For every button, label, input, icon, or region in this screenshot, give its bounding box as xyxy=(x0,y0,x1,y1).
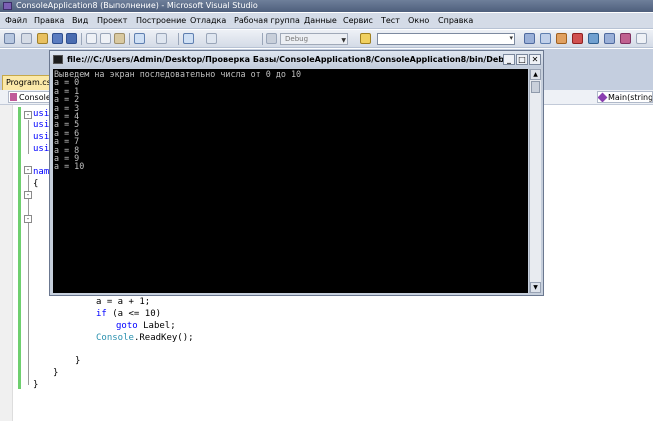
scroll-thumb[interactable] xyxy=(531,81,540,93)
chevron-down-icon: ▼ xyxy=(341,37,346,44)
menu-edit[interactable]: Правка xyxy=(34,16,64,25)
properties-icon[interactable] xyxy=(540,33,551,44)
type-dropdown[interactable]: Console xyxy=(8,91,52,103)
toolbar-overflow-icon[interactable] xyxy=(636,33,647,44)
close-button[interactable]: ✕ xyxy=(529,54,541,65)
code-line: usi xyxy=(33,132,50,142)
fold-line xyxy=(28,120,29,154)
object-browser-icon[interactable] xyxy=(556,33,567,44)
collapse-icon[interactable]: - xyxy=(24,166,32,174)
scroll-down-icon[interactable]: ▼ xyxy=(530,282,541,293)
menu-project[interactable]: Проект xyxy=(97,16,127,25)
member-dropdown[interactable]: Main(string[ xyxy=(597,91,653,103)
tab-program-cs[interactable]: Program.cs xyxy=(2,75,51,90)
navigate-forward-icon[interactable] xyxy=(206,33,217,44)
code-line: nam xyxy=(33,167,50,177)
add-item-icon[interactable] xyxy=(21,33,32,44)
tab-label: Program.cs xyxy=(6,78,51,87)
menu-build[interactable]: Построение xyxy=(136,16,186,25)
toolbar: Debug ▼ ▾ xyxy=(0,30,653,48)
start-debugging-icon[interactable] xyxy=(266,33,277,44)
console-scrollbar[interactable]: ▲ ▼ xyxy=(529,69,541,293)
menu-debug[interactable]: Отладка xyxy=(190,16,226,25)
indicator-margin xyxy=(0,105,13,421)
change-tracking-bar xyxy=(18,107,21,389)
menu-team[interactable]: Рабочая группа xyxy=(234,16,300,25)
code-line: usi xyxy=(33,144,50,154)
paste-icon[interactable] xyxy=(114,33,125,44)
redo-icon[interactable] xyxy=(156,33,167,44)
member-dropdown-value: Main(string[ xyxy=(608,93,653,102)
class-icon xyxy=(10,93,17,101)
menu-bar: Файл Правка Вид Проект Построение Отладк… xyxy=(0,13,653,29)
console-title: file:///C:/Users/Admin/Desktop/Проверка … xyxy=(67,55,519,64)
minimize-button[interactable]: _ xyxy=(503,54,515,65)
type-dropdown-value: Console xyxy=(19,93,51,102)
find-combo-box[interactable]: ▾ xyxy=(377,33,515,45)
save-all-icon[interactable] xyxy=(66,33,77,44)
collapse-icon[interactable]: - xyxy=(24,215,32,223)
code-line: } xyxy=(53,368,59,378)
menu-help[interactable]: Справка xyxy=(438,16,473,25)
toolbar-separator xyxy=(81,33,82,45)
code-line: goto Label; xyxy=(116,321,176,331)
code-line: } xyxy=(33,380,39,390)
menu-data[interactable]: Данные xyxy=(304,16,337,25)
solution-config-dropdown[interactable]: Debug ▼ xyxy=(280,33,348,45)
start-page-icon[interactable] xyxy=(588,33,599,44)
method-icon xyxy=(598,92,608,102)
menu-test[interactable]: Тест xyxy=(381,16,400,25)
add-project-icon[interactable] xyxy=(4,33,15,44)
code-line: usi xyxy=(33,109,50,119)
navigate-backward-icon[interactable] xyxy=(183,33,194,44)
toolbar-separator xyxy=(262,33,263,45)
menu-window[interactable]: Окно xyxy=(408,16,429,25)
code-line: Console.ReadKey(); xyxy=(96,333,194,343)
chevron-down-icon: ▾ xyxy=(509,34,513,42)
code-line: usi xyxy=(33,120,50,130)
scroll-up-icon[interactable]: ▲ xyxy=(530,69,541,80)
code-line: { xyxy=(33,179,39,189)
cut-icon[interactable] xyxy=(86,33,97,44)
solution-explorer-icon[interactable] xyxy=(524,33,535,44)
collapse-icon[interactable]: - xyxy=(24,191,32,199)
toolbar-separator xyxy=(178,33,179,45)
menu-file[interactable]: Файл xyxy=(5,16,27,25)
console-output: Выведем на экран последовательно числа о… xyxy=(53,69,528,293)
console-window[interactable]: file:///C:/Users/Admin/Desktop/Проверка … xyxy=(49,50,544,296)
console-title-bar[interactable]: file:///C:/Users/Admin/Desktop/Проверка … xyxy=(50,51,543,68)
solution-config-value: Debug xyxy=(285,35,309,43)
menu-tools[interactable]: Сервис xyxy=(343,16,373,25)
toolbar-separator xyxy=(129,33,130,45)
collapse-icon[interactable]: - xyxy=(24,111,32,119)
fold-line xyxy=(28,175,29,385)
find-in-files-icon[interactable] xyxy=(360,33,371,44)
maximize-button[interactable]: □ xyxy=(516,54,528,65)
save-icon[interactable] xyxy=(52,33,63,44)
window-title: ConsoleApplication8 (Выполнение) - Micro… xyxy=(16,1,258,10)
code-line: a = a + 1; xyxy=(96,297,151,307)
menu-view[interactable]: Вид xyxy=(72,16,88,25)
console-icon xyxy=(53,55,63,64)
undo-icon[interactable] xyxy=(134,33,145,44)
extension-icon[interactable] xyxy=(620,33,631,44)
class-view-icon[interactable] xyxy=(604,33,615,44)
copy-icon[interactable] xyxy=(100,33,111,44)
toolbox-icon[interactable] xyxy=(572,33,583,44)
code-line: if (a <= 10) xyxy=(96,309,162,319)
title-bar: ConsoleApplication8 (Выполнение) - Micro… xyxy=(0,0,653,12)
code-line: } xyxy=(75,356,81,366)
open-file-icon[interactable] xyxy=(37,33,48,44)
visual-studio-icon xyxy=(3,2,12,10)
